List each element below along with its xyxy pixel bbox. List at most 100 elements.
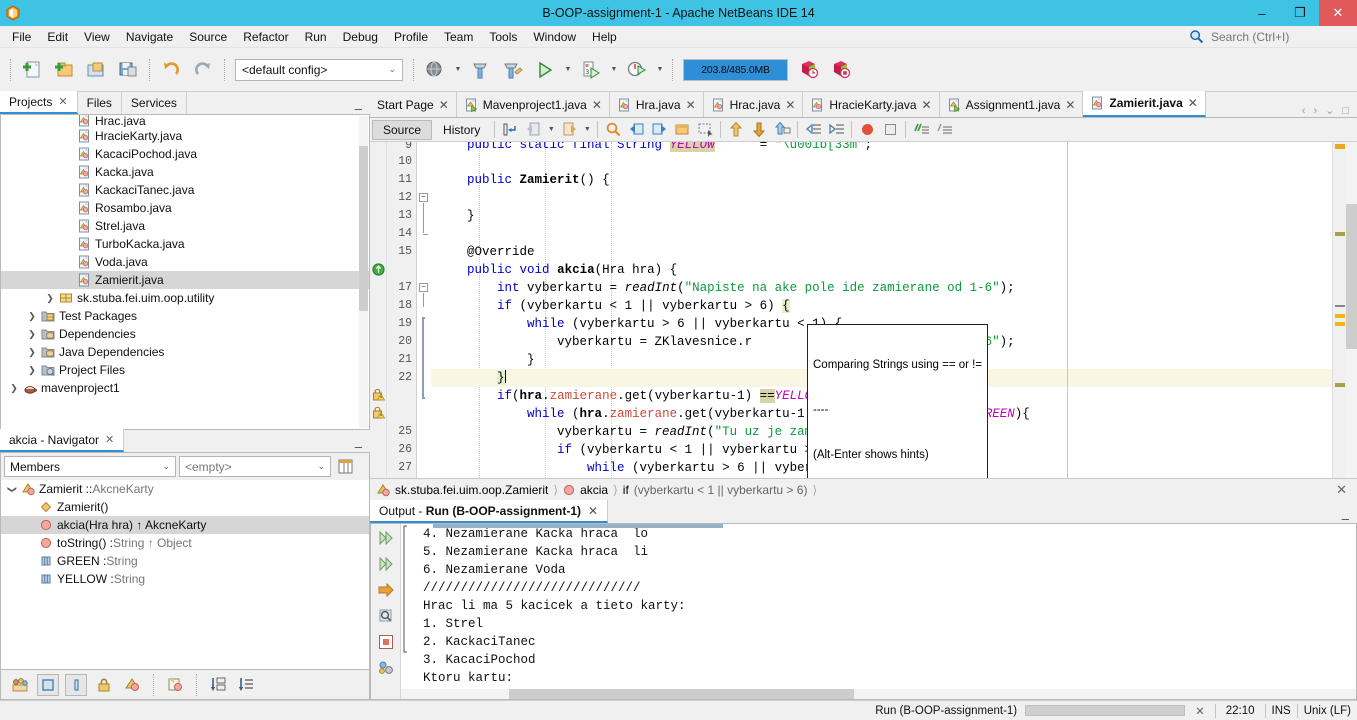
debug-dropdown-icon[interactable]: ▼ [608, 66, 620, 73]
find-selection-icon[interactable] [602, 120, 624, 140]
tree-item[interactable]: Strel.java [1, 217, 369, 235]
tree-item[interactable]: Zamierit.java [1, 271, 369, 289]
rerun-alt-icon[interactable] [375, 554, 397, 574]
tree-item[interactable]: Voda.java [1, 253, 369, 271]
minimize-output-button[interactable]: – [1334, 512, 1357, 525]
warning-annotation-icon[interactable] [372, 407, 386, 421]
previous-bookmark-icon[interactable] [625, 120, 647, 140]
output-scroll-thumb[interactable] [509, 689, 854, 699]
menu-tools[interactable]: Tools [481, 26, 525, 48]
next-error-icon[interactable] [375, 580, 397, 600]
run-project-icon[interactable] [530, 55, 560, 85]
tree-item[interactable]: ❯ Project Files [1, 361, 369, 379]
filter-icon[interactable] [164, 674, 186, 696]
tree-item[interactable]: Hrac.java [1, 115, 369, 127]
close-icon[interactable]: ✕ [58, 95, 67, 108]
toggle-bookmark-icon[interactable] [671, 120, 693, 140]
stop-macro-recording-icon[interactable] [879, 120, 901, 140]
project-config-combo[interactable]: <default config> ⌄ [235, 58, 403, 81]
output-scrollbar-horizontal[interactable] [401, 689, 1356, 699]
close-icon[interactable]: ✕ [105, 433, 114, 446]
tree-item[interactable]: ❯ sk.stuba.fei.uim.oop.utility [1, 289, 369, 307]
view-source-button[interactable]: Source [372, 119, 433, 140]
close-icon[interactable]: ✕ [1336, 482, 1351, 498]
tab-output-run[interactable]: Output - Run (B-OOP-assignment-1) ✕ [370, 500, 609, 523]
editor-scroll-thumb[interactable] [1346, 204, 1357, 349]
clean-and-build-icon[interactable] [498, 55, 528, 85]
close-icon[interactable]: ✕ [592, 98, 602, 112]
comment-icon[interactable] [910, 120, 932, 140]
globe-icon[interactable] [420, 55, 450, 85]
toggle-rectangular-selection-icon[interactable] [694, 120, 716, 140]
navigator-scope-combo[interactable]: <empty> ⌄ [179, 456, 331, 477]
editor-tab-mavenproject1-java[interactable]: Mavenproject1.java ✕ [457, 92, 610, 117]
chevron-right-icon[interactable]: ❯ [25, 311, 39, 322]
tree-item[interactable]: TurboKacka.java [1, 235, 369, 253]
tab-projects[interactable]: Projects ✕ [0, 91, 78, 114]
new-project-icon[interactable] [49, 55, 79, 85]
code-editor[interactable]: 910111213141517181920212225262728 −− pub… [370, 142, 1357, 478]
close-icon[interactable]: ✕ [1188, 96, 1198, 110]
chevron-right-icon[interactable]: ❯ [25, 365, 39, 376]
tab-navigator[interactable]: akcia - Navigator ✕ [0, 429, 125, 452]
filter-members-icon[interactable] [9, 674, 31, 696]
new-file-icon[interactable] [17, 55, 47, 85]
view-history-button[interactable]: History [433, 120, 490, 140]
uncomment-icon[interactable] [933, 120, 955, 140]
menu-refactor[interactable]: Refactor [235, 26, 296, 48]
start-macro-recording-icon[interactable] [856, 120, 878, 140]
status-cancel-icon[interactable]: ✕ [1185, 704, 1215, 718]
menu-window[interactable]: Window [525, 26, 584, 48]
close-icon[interactable]: ✕ [922, 98, 932, 112]
breadcrumb-class[interactable]: sk.stuba.fei.uim.oop.Zamierit [395, 483, 548, 497]
menu-help[interactable]: Help [584, 26, 625, 48]
quick-search[interactable] [1187, 28, 1357, 46]
toggle-highlight-icon[interactable] [771, 120, 793, 140]
save-all-icon[interactable] [113, 55, 143, 85]
profile-project-icon[interactable] [622, 55, 652, 85]
next-error-icon[interactable] [748, 120, 770, 140]
menu-debug[interactable]: Debug [335, 26, 386, 48]
close-button[interactable]: ✕ [1319, 0, 1357, 26]
stop-icon[interactable] [375, 632, 397, 652]
error-stripe-mark-top[interactable] [1335, 144, 1345, 149]
editor-tab-hrac-java[interactable]: Hrac.java ✕ [704, 92, 804, 117]
undo-icon[interactable] [156, 55, 186, 85]
globe-dropdown-icon[interactable]: ▼ [452, 66, 464, 73]
gc-history-icon[interactable] [794, 55, 824, 85]
status-progress-bar[interactable] [1025, 705, 1186, 716]
navigator-member[interactable]: toString() : String ↑ Object [1, 534, 369, 552]
tree-item[interactable]: KacaciPochod.java [1, 145, 369, 163]
maximize-button[interactable]: ❐ [1281, 0, 1319, 26]
memory-gauge[interactable]: 203.8/485.0MB [683, 58, 788, 81]
minimize-button[interactable]: – [1243, 0, 1281, 26]
editor-annotation-gutter[interactable] [370, 142, 387, 478]
rerun-icon[interactable] [375, 528, 397, 548]
breadcrumb-statement[interactable]: if [623, 483, 629, 497]
tab-services[interactable]: Services [122, 92, 187, 114]
close-icon[interactable]: ✕ [588, 504, 598, 518]
tree-item[interactable]: ❯ mavenproject1 [1, 379, 369, 397]
maximize-editor-icon[interactable]: □ [1342, 105, 1349, 117]
sort-by-source-icon[interactable] [235, 674, 257, 696]
profile-dropdown-icon[interactable]: ▼ [654, 66, 666, 73]
projects-tree-scrollbar[interactable] [359, 116, 368, 428]
tree-item[interactable]: ❯ Test Packages [1, 307, 369, 325]
minimize-navigator-button[interactable]: – [347, 440, 370, 453]
scroll-right-icon[interactable]: › [1313, 105, 1317, 117]
menu-profile[interactable]: Profile [386, 26, 436, 48]
editor-tab-assignment1-java[interactable]: Assignment1.java ✕ [940, 92, 1084, 117]
close-icon[interactable]: ✕ [439, 98, 449, 112]
editor-scrollbar[interactable] [1346, 142, 1357, 478]
menu-file[interactable]: File [4, 26, 39, 48]
menu-team[interactable]: Team [436, 26, 481, 48]
chevron-right-icon[interactable]: ❯ [7, 383, 21, 394]
error-stripe-mark-3[interactable] [1335, 314, 1345, 318]
error-stripe-mark-1[interactable] [1335, 232, 1345, 236]
navigator-view-combo[interactable]: Members ⌄ [4, 456, 176, 477]
search-input[interactable] [1209, 28, 1349, 45]
navigator-options-icon[interactable] [334, 456, 356, 477]
editor-error-stripe[interactable] [1332, 142, 1346, 478]
error-stripe-mark-5[interactable] [1335, 383, 1345, 387]
navigator-member[interactable]: YELLOW : String [1, 570, 369, 588]
